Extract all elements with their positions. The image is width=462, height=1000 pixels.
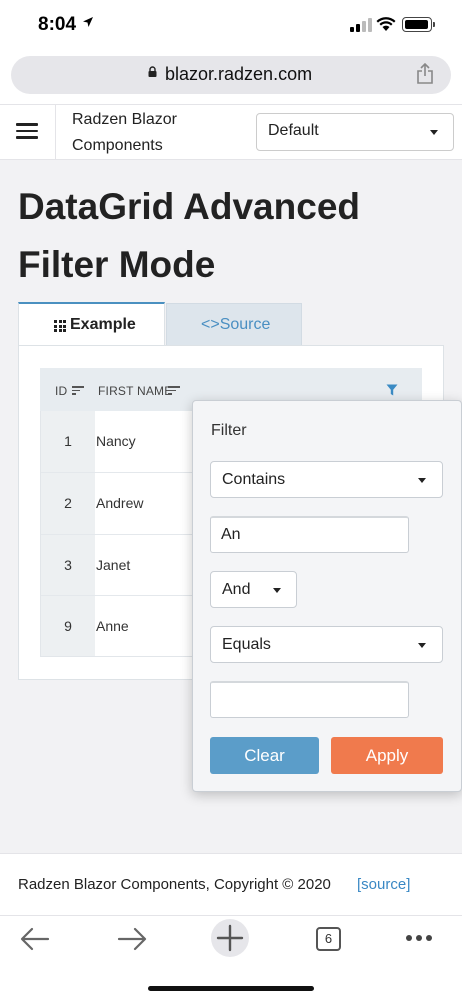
chevron-down-icon: [430, 130, 438, 135]
tab-example[interactable]: Example: [18, 302, 165, 346]
chevron-down-icon: [418, 643, 426, 648]
header-divider: [55, 104, 56, 160]
signal-icon: [350, 18, 372, 32]
status-time: 8:04: [38, 14, 77, 35]
battery-icon: [402, 17, 435, 32]
row-divider: [41, 472, 193, 473]
grid-icon: [54, 320, 66, 332]
tab-source-label: <>Source: [201, 316, 271, 333]
wifi-icon: [376, 17, 396, 31]
sort-icon[interactable]: [168, 386, 180, 395]
filter-icon[interactable]: [386, 384, 398, 396]
plus-icon: [216, 924, 244, 952]
row-divider: [41, 595, 193, 596]
sort-icon[interactable]: [72, 386, 84, 395]
forward-arrow-icon[interactable]: [117, 927, 147, 951]
footer-source-link[interactable]: [source]: [357, 876, 410, 893]
cell-id: 1: [64, 433, 72, 449]
apply-button[interactable]: Apply: [331, 737, 443, 774]
row-divider: [41, 534, 193, 535]
theme-dropdown[interactable]: Default: [256, 113, 454, 151]
filter-value-1-input[interactable]: [210, 516, 409, 553]
lock-icon: [148, 66, 157, 77]
new-tab-button[interactable]: [211, 919, 249, 957]
filter-operator-2-dropdown[interactable]: Equals: [210, 626, 443, 663]
cell-first-name: Andrew: [96, 495, 144, 511]
tabs-count-button[interactable]: 6: [316, 927, 341, 951]
share-icon[interactable]: [416, 63, 434, 85]
cell-id: 9: [64, 618, 72, 634]
column-header-first-name[interactable]: FIRST NAME: [98, 384, 172, 398]
filter-logic-value: And: [222, 581, 251, 598]
cell-first-name: Nancy: [96, 433, 136, 449]
back-arrow-icon[interactable]: [20, 927, 50, 951]
footer-copyright: Radzen Blazor Components, Copyright © 20…: [18, 876, 331, 893]
filter-logic-dropdown[interactable]: And: [210, 571, 297, 608]
location-arrow-icon: [83, 17, 93, 27]
tab-source[interactable]: <>Source: [166, 303, 302, 346]
filter-operator-1-dropdown[interactable]: Contains: [210, 461, 443, 498]
page-title: DataGrid Advanced Filter Mode: [18, 186, 360, 285]
column-header-id[interactable]: ID: [55, 384, 67, 398]
chevron-down-icon: [273, 588, 281, 593]
menu-icon[interactable]: [16, 123, 38, 139]
cell-id: 3: [64, 557, 72, 573]
cell-first-name: Janet: [96, 557, 131, 573]
filter-title: Filter: [211, 422, 247, 439]
brand-name: Radzen Blazor Components: [72, 111, 177, 154]
chevron-down-icon: [418, 478, 426, 483]
filter-operator-1-value: Contains: [222, 471, 286, 488]
tab-example-label: Example: [70, 316, 136, 333]
theme-dropdown-value: Default: [268, 122, 319, 139]
cell-first-name: Anne: [96, 618, 129, 634]
filter-value-2-input[interactable]: [210, 681, 409, 718]
url-text[interactable]: blazor.radzen.com: [165, 64, 312, 85]
filter-operator-2-value: Equals: [222, 636, 271, 653]
clear-button[interactable]: Clear: [210, 737, 319, 774]
home-indicator: [148, 986, 314, 991]
cell-id: 2: [64, 495, 72, 511]
